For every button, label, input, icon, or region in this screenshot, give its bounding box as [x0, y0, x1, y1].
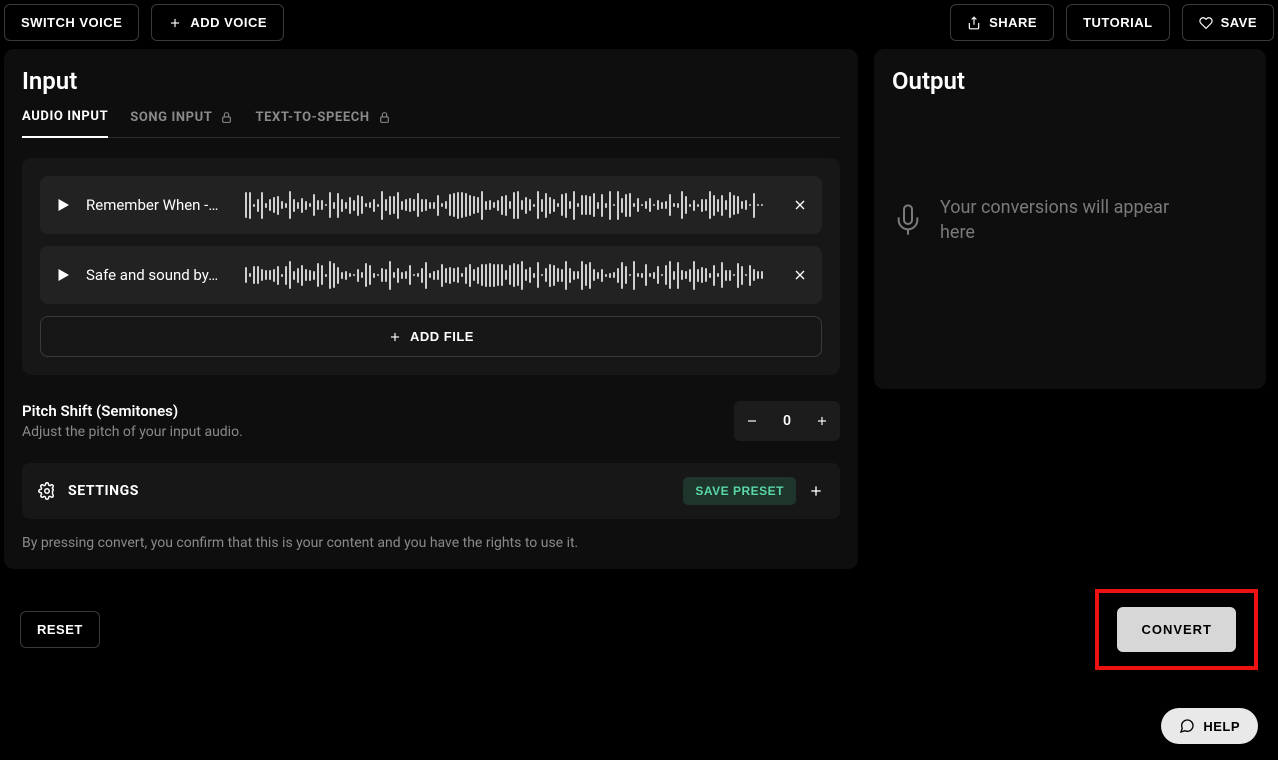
pitch-stepper: 0: [734, 401, 840, 441]
help-label: HELP: [1203, 719, 1240, 734]
output-empty-text: Your conversions will appear here: [940, 195, 1190, 245]
waveform[interactable]: [245, 188, 778, 222]
lock-icon: [220, 111, 233, 124]
pitch-subtitle: Adjust the pitch of your input audio.: [22, 424, 243, 440]
audio-file-row: Safe and sound by…: [40, 246, 822, 304]
share-label: SHARE: [989, 15, 1037, 30]
tab-audio-input[interactable]: AUDIO INPUT: [22, 109, 108, 138]
file-area: Remember When -… Safe and sound by…: [22, 158, 840, 375]
plus-icon: [168, 16, 182, 30]
input-tabs: AUDIO INPUT SONG INPUT TEXT-TO-SPEECH: [22, 109, 840, 138]
top-bar: SWITCH VOICE ADD VOICE SHARE TUTORIAL SA…: [0, 0, 1278, 49]
help-icon: [1179, 718, 1195, 734]
tutorial-button[interactable]: TUTORIAL: [1066, 4, 1169, 41]
convert-highlight-box: CONVERT: [1095, 589, 1258, 670]
reset-button[interactable]: RESET: [20, 611, 100, 648]
microphone-icon: [892, 204, 924, 236]
pitch-decrease-button[interactable]: [734, 401, 770, 441]
add-file-label: ADD FILE: [410, 329, 474, 344]
action-bar: RESET CONVERT: [0, 569, 1278, 690]
save-preset-button[interactable]: SAVE PRESET: [683, 477, 796, 505]
tab-song-input[interactable]: SONG INPUT: [130, 109, 233, 137]
output-title: Output: [892, 67, 1248, 95]
input-panel: Input AUDIO INPUT SONG INPUT TEXT-TO-SPE…: [4, 49, 858, 569]
tab-label: AUDIO INPUT: [22, 109, 108, 124]
waveform[interactable]: [245, 258, 778, 292]
disclaimer-text: By pressing convert, you confirm that th…: [22, 535, 840, 551]
share-button[interactable]: SHARE: [950, 4, 1054, 41]
help-button[interactable]: HELP: [1161, 708, 1258, 744]
output-empty-state: Your conversions will appear here: [892, 195, 1248, 245]
close-icon[interactable]: [792, 197, 808, 213]
share-icon: [967, 16, 981, 30]
close-icon[interactable]: [792, 267, 808, 283]
convert-label: CONVERT: [1141, 622, 1212, 637]
audio-file-name: Safe and sound by…: [86, 266, 231, 284]
switch-voice-button[interactable]: SWITCH VOICE: [4, 4, 139, 41]
tutorial-label: TUTORIAL: [1083, 15, 1152, 30]
add-voice-label: ADD VOICE: [190, 15, 267, 30]
play-icon[interactable]: [54, 196, 72, 214]
add-file-button[interactable]: ADD FILE: [40, 316, 822, 357]
tab-label: TEXT-TO-SPEECH: [255, 110, 369, 125]
plus-icon[interactable]: [808, 483, 824, 499]
settings-row[interactable]: SETTINGS SAVE PRESET: [22, 463, 840, 519]
settings-label: SETTINGS: [68, 483, 139, 499]
audio-file-row: Remember When -…: [40, 176, 822, 234]
output-panel: Output Your conversions will appear here: [874, 49, 1266, 389]
plus-icon: [388, 330, 402, 344]
heart-icon: [1199, 16, 1213, 30]
save-preset-label: SAVE PRESET: [695, 484, 784, 498]
input-title: Input: [22, 67, 840, 95]
lock-icon: [378, 111, 391, 124]
tab-label: SONG INPUT: [130, 110, 212, 125]
play-icon[interactable]: [54, 266, 72, 284]
audio-file-name: Remember When -…: [86, 196, 231, 214]
gear-icon: [38, 482, 56, 500]
pitch-title: Pitch Shift (Semitones): [22, 402, 243, 420]
reset-label: RESET: [37, 622, 83, 637]
pitch-shift-row: Pitch Shift (Semitones) Adjust the pitch…: [22, 401, 840, 441]
save-button[interactable]: SAVE: [1182, 4, 1274, 41]
pitch-increase-button[interactable]: [804, 401, 840, 441]
save-label: SAVE: [1221, 15, 1257, 30]
convert-button[interactable]: CONVERT: [1117, 607, 1236, 652]
pitch-value: 0: [770, 413, 804, 429]
tab-text-to-speech[interactable]: TEXT-TO-SPEECH: [255, 109, 390, 137]
add-voice-button[interactable]: ADD VOICE: [151, 4, 284, 41]
switch-voice-label: SWITCH VOICE: [21, 15, 122, 30]
